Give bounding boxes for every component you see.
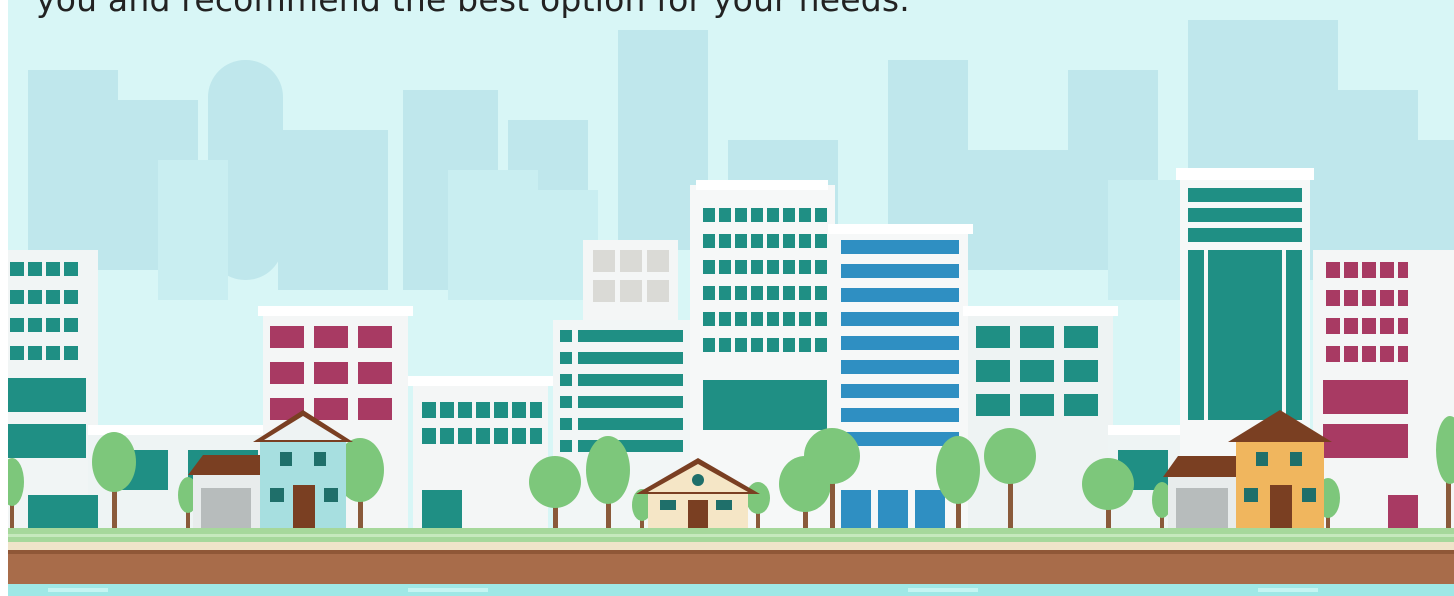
- fence: [8, 528, 1454, 542]
- building-gray-windows: [583, 240, 678, 330]
- city-skyline-illustration: [8, 0, 1454, 596]
- city-illustration-panel: you and recommend the best option for yo…: [0, 0, 1454, 596]
- water: [8, 584, 1454, 596]
- building-small-teal-windows: [408, 376, 553, 530]
- caption-text: you and recommend the best option for yo…: [36, 0, 910, 20]
- ground: [8, 550, 1454, 584]
- sidewalk: [8, 542, 1454, 550]
